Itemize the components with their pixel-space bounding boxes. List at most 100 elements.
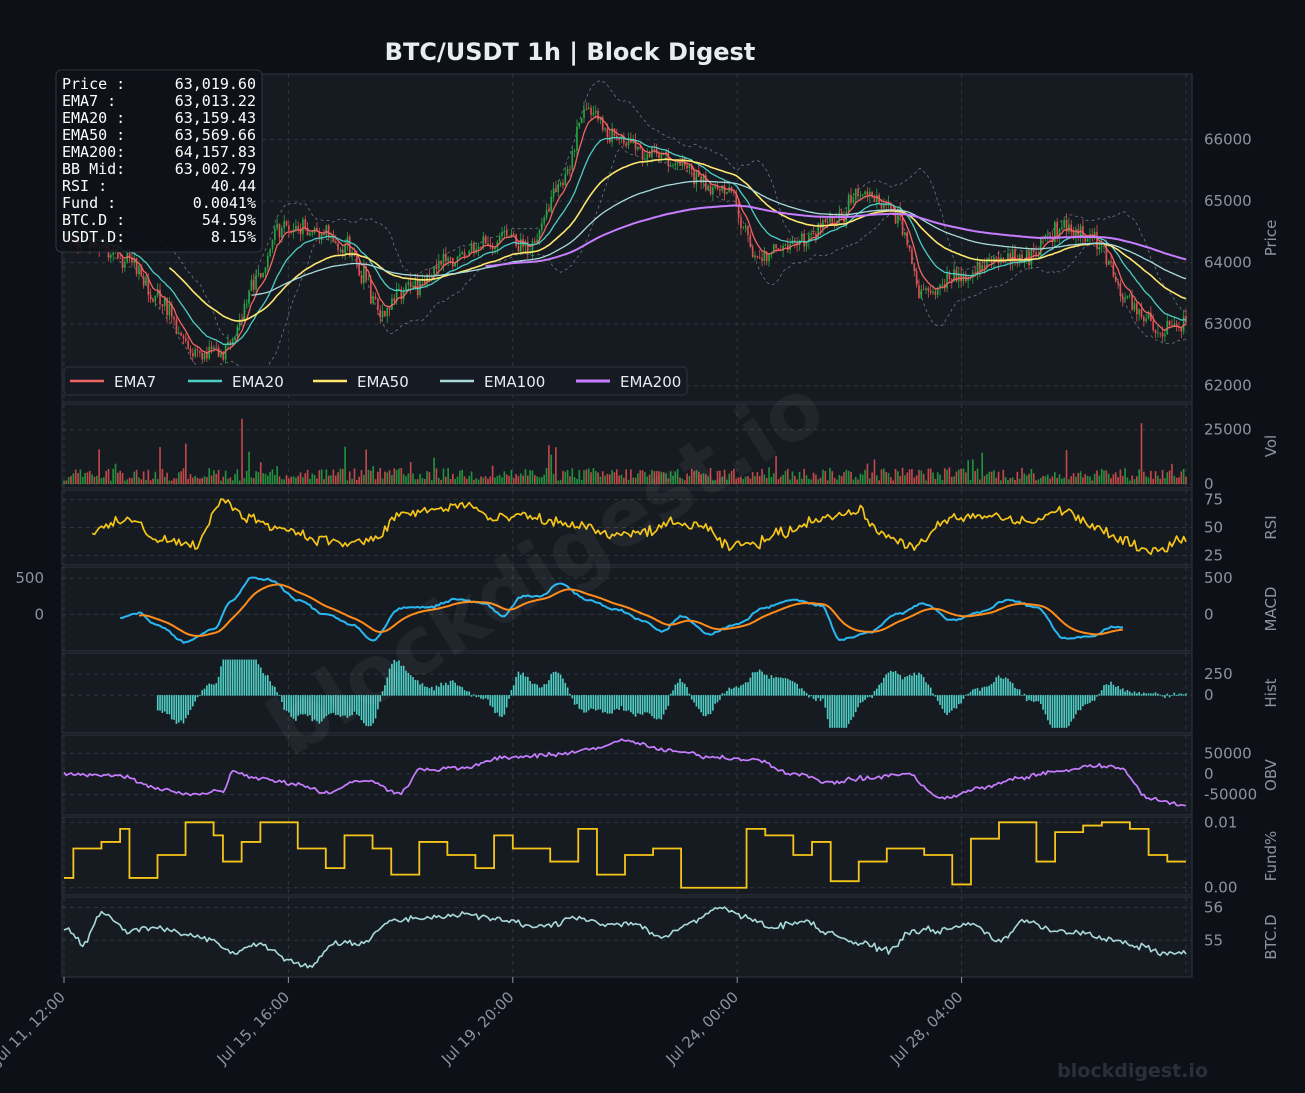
hist-bar [658,695,660,719]
hist-bar [843,695,845,728]
candle-body [555,188,557,192]
volume-bar [1112,474,1115,484]
volume-bar [278,476,281,484]
hist-bar [496,695,499,713]
volume-bar [1166,472,1169,484]
candle-body [775,244,777,249]
volume-bar [412,473,414,484]
volume-bar [128,477,131,484]
volume-bar [297,475,300,484]
btcd-ylabel: BTC.D [1262,914,1280,959]
hist-bar [503,695,506,715]
volume-bar [1030,468,1033,484]
volume-bar [852,479,855,484]
hist-bar [995,677,998,696]
volume-bar [1018,478,1021,484]
volume-bar [391,475,393,484]
volume-bar [70,475,72,484]
hist-bar [976,687,979,696]
hist-bar [1133,691,1136,696]
hist-bar [217,676,220,696]
volume-bar [988,471,991,484]
volume-bar [236,469,239,484]
hist-bar [470,695,473,697]
volume-bar [456,476,459,484]
candle-body [618,138,620,140]
hist-bar [1180,693,1183,696]
volume-bar [452,473,454,484]
volume-bar [192,477,194,484]
volume-bar [810,479,813,484]
volume-bar [180,471,182,484]
hist-bar [997,675,1000,696]
hist-bar [775,676,777,696]
candle-body [217,347,220,357]
hist-bar [1084,695,1087,705]
volume-bar [147,469,150,484]
volume-bar [95,475,98,484]
volume-bar [487,478,489,484]
volume-bar [976,468,979,484]
candle-body [367,279,370,281]
hist-bar [1131,693,1133,696]
volume-bar [199,478,201,484]
hist-bar [480,695,482,699]
candle-body [154,295,157,302]
panel-obv [61,734,1193,816]
volume-bar [1138,469,1140,484]
hist-bar [847,695,850,724]
candle-body [168,303,171,316]
hist-bar [871,695,873,699]
volume-bar [1128,480,1131,484]
volume-bar [1044,476,1047,484]
hist-bar [627,695,630,711]
hist-bar [192,695,194,707]
volume-bar [1089,476,1091,484]
candle-body [379,309,382,318]
hist-bar [845,695,848,728]
volume-bar [189,473,192,484]
volume-bar [1042,475,1044,484]
candle-body [363,266,365,284]
candle-body [852,199,855,203]
hist-bar [904,677,906,696]
hist-bar [721,693,724,696]
candle-body [672,165,674,167]
hist-bar [850,695,852,720]
hist-bar [702,695,705,716]
hist-bar [969,691,972,696]
hist-bar [993,682,995,696]
volume-bar [883,468,885,484]
volume-bar [325,469,328,484]
volume-bar [1014,479,1016,484]
candle-body [295,226,297,230]
volume-bar [114,463,117,484]
volume-bar [313,474,316,484]
candle-body [433,265,435,277]
volume-bar [426,471,428,484]
volume-bar [1173,475,1176,484]
hist-bar [1028,695,1030,700]
info-label: EMA7 : [62,92,116,110]
hist-bar [897,673,899,696]
candle-body [911,248,913,264]
candle-body [566,169,569,174]
volume-bar [517,476,520,484]
candle-body [196,349,199,351]
candle-body [334,241,337,244]
hist-bar [630,695,632,713]
volume-bar [1039,477,1042,484]
candle-body [498,236,501,242]
candle-body [309,233,311,236]
candle-body [210,346,213,350]
info-value: 63,013.22 [175,92,256,110]
volume-bar [491,465,494,484]
hist-bar [194,695,196,702]
hist-bar [543,684,546,696]
volume-bar [1185,476,1187,484]
hist-bar [459,686,461,696]
volume-bar [255,471,257,484]
hist-bar [522,672,524,696]
volume-bar [283,479,286,484]
candle-body [119,258,122,259]
